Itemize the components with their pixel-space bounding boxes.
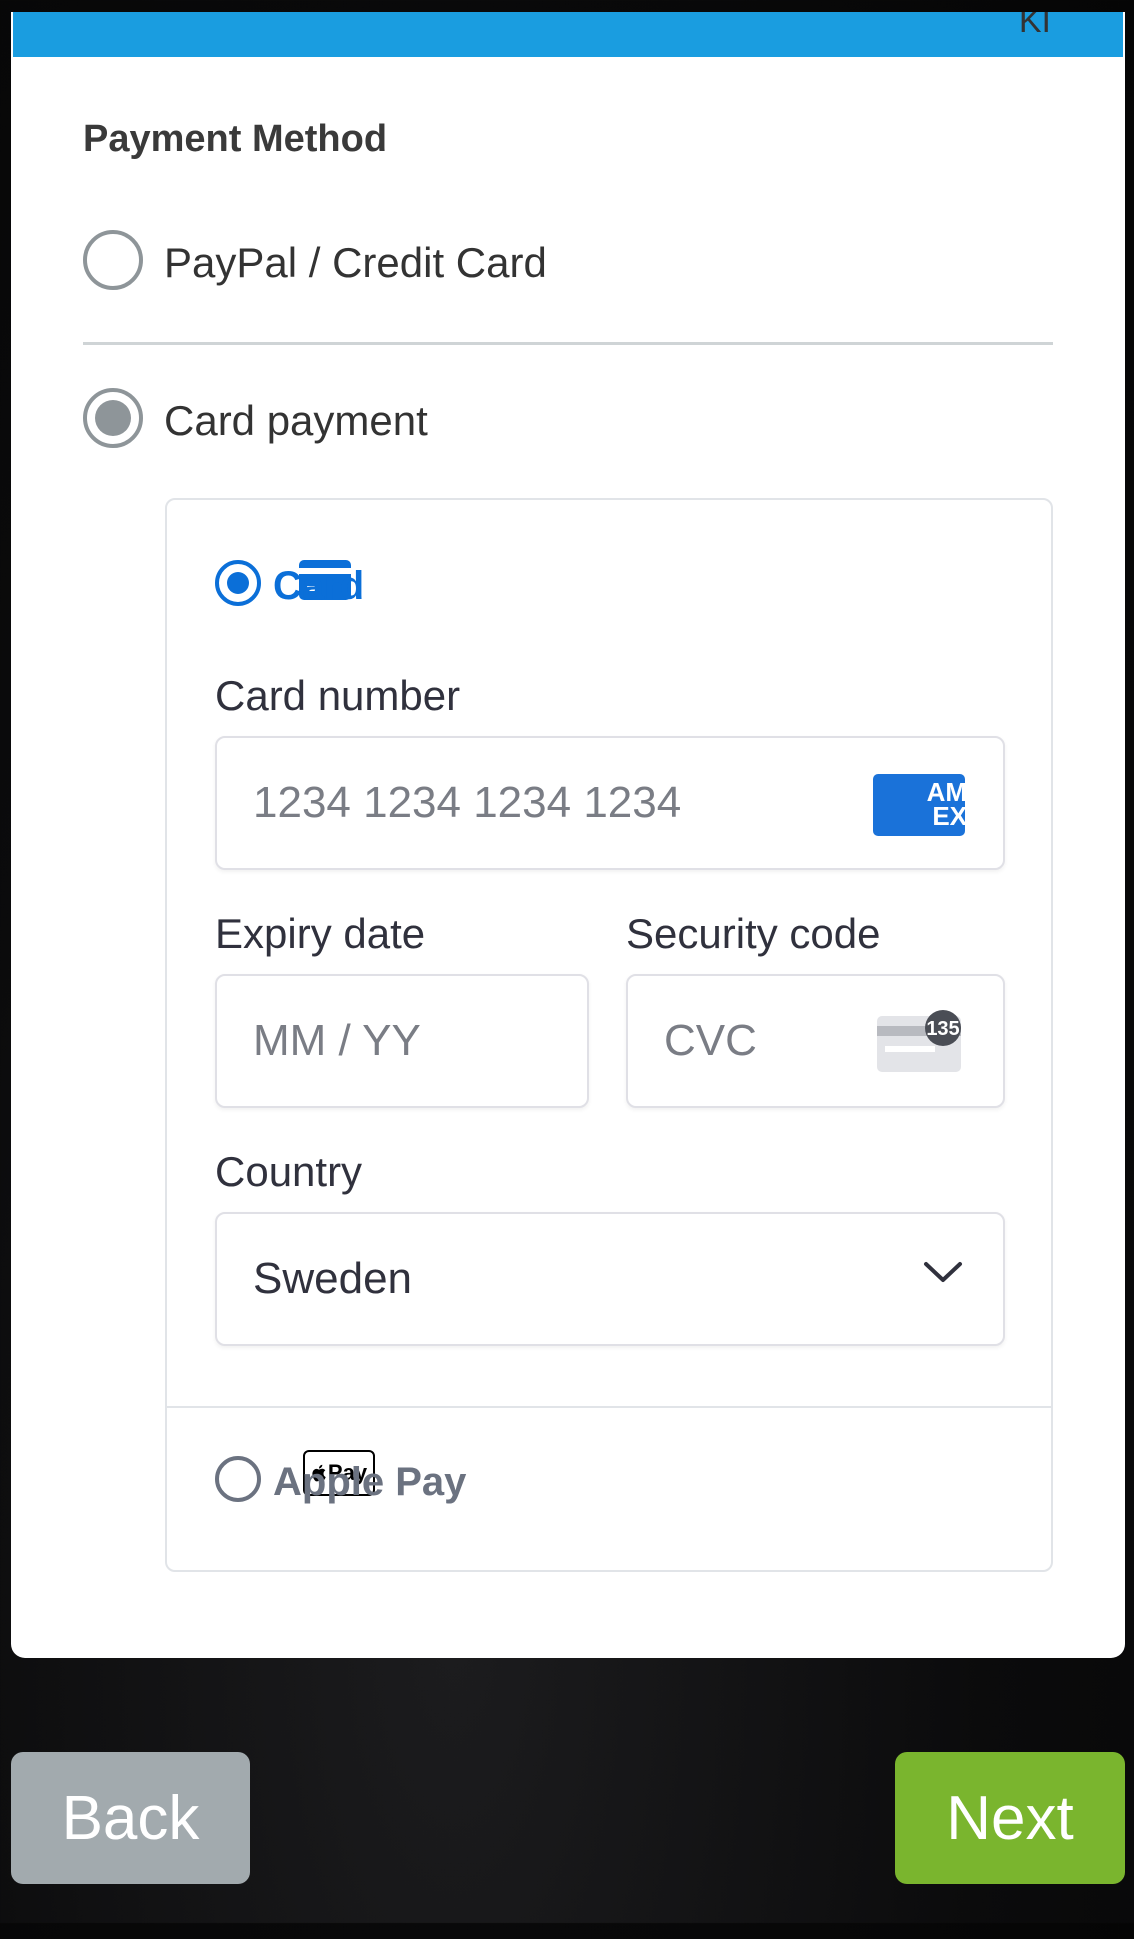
next-button[interactable]: Next: [895, 1752, 1125, 1884]
amex-text-bottom: EX: [932, 801, 965, 831]
card-tab-label[interactable]: Card: [273, 564, 364, 609]
country-value: Sweden: [253, 1254, 413, 1303]
paypal-radio[interactable]: [83, 230, 143, 290]
card-number-placeholder: 1234 1234 1234 1234: [253, 778, 682, 827]
chevron-down-icon: [924, 1262, 962, 1282]
paypal-option-label[interactable]: PayPal / Credit Card: [164, 239, 547, 287]
back-button[interactable]: Back: [11, 1752, 250, 1884]
apple-pay-tab-label[interactable]: Apple Pay: [273, 1460, 466, 1505]
cvc-placeholder: CVC: [664, 1016, 757, 1065]
radio-selected-dot: [95, 400, 131, 436]
expiry-placeholder: MM / YY: [253, 1016, 421, 1065]
payment-panel: KI Payment Method PayPal / Credit Card C…: [11, 12, 1125, 1658]
payment-method-title: Payment Method: [83, 118, 388, 160]
card-number-label: Card number: [215, 672, 461, 719]
top-bar-corner-text: KI: [1018, 12, 1051, 40]
cvc-badge-text: 135: [926, 1018, 959, 1040]
tab-separator: [167, 1406, 1051, 1408]
cvc-input[interactable]: CVC 135: [626, 974, 1005, 1108]
cvc-card-icon: 135: [877, 1010, 961, 1072]
top-bar: KI: [13, 12, 1123, 57]
expiry-label: Expiry date: [215, 910, 426, 957]
card-payment-radio[interactable]: [83, 388, 143, 448]
card-payment-option-label[interactable]: Card payment: [164, 397, 428, 445]
apple-pay-tab-radio[interactable]: [215, 1456, 261, 1502]
expiry-input[interactable]: MM / YY: [215, 974, 589, 1108]
card-tab-radio[interactable]: [215, 560, 261, 606]
security-code-label: Security code: [626, 910, 881, 957]
country-select[interactable]: Sweden: [215, 1212, 1005, 1346]
card-number-input[interactable]: 1234 1234 1234 1234 AM EX: [215, 736, 1005, 870]
amex-icon: AM EX: [873, 774, 965, 836]
divider: [83, 342, 1053, 345]
country-label: Country: [215, 1148, 363, 1195]
